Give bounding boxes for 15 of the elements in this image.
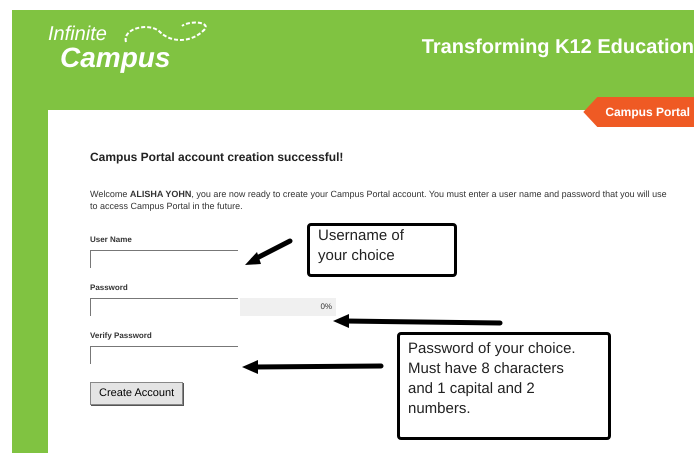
- arrow-icon: [242, 359, 384, 375]
- field-label: Password: [90, 282, 128, 294]
- input-field[interactable]: [90, 298, 238, 316]
- callout-box: Password of your choice. Must have 8 characters and 1 capital and 2 numbers.: [397, 332, 611, 440]
- arrow-icon: [333, 313, 503, 329]
- heading: Campus Portal account creation successful!: [90, 149, 344, 166]
- create-account-button[interactable]: Create Account: [90, 382, 184, 404]
- welcome-text: Welcome ALISHA YOHN, you are now ready to create your Campus Portal account. You must enter a user name and password that you will use to access Campus Portal in the future.: [90, 188, 668, 212]
- arrow-icon: [243, 238, 293, 268]
- field-label: Verify Password: [90, 330, 152, 342]
- logo: Infinite Campus: [48, 24, 170, 72]
- field-label: User Name: [90, 234, 132, 246]
- tagline: Transforming K12 Education: [422, 35, 694, 60]
- strength-reading: 0%: [320, 301, 332, 313]
- callout-box: Username of your choice: [307, 223, 457, 277]
